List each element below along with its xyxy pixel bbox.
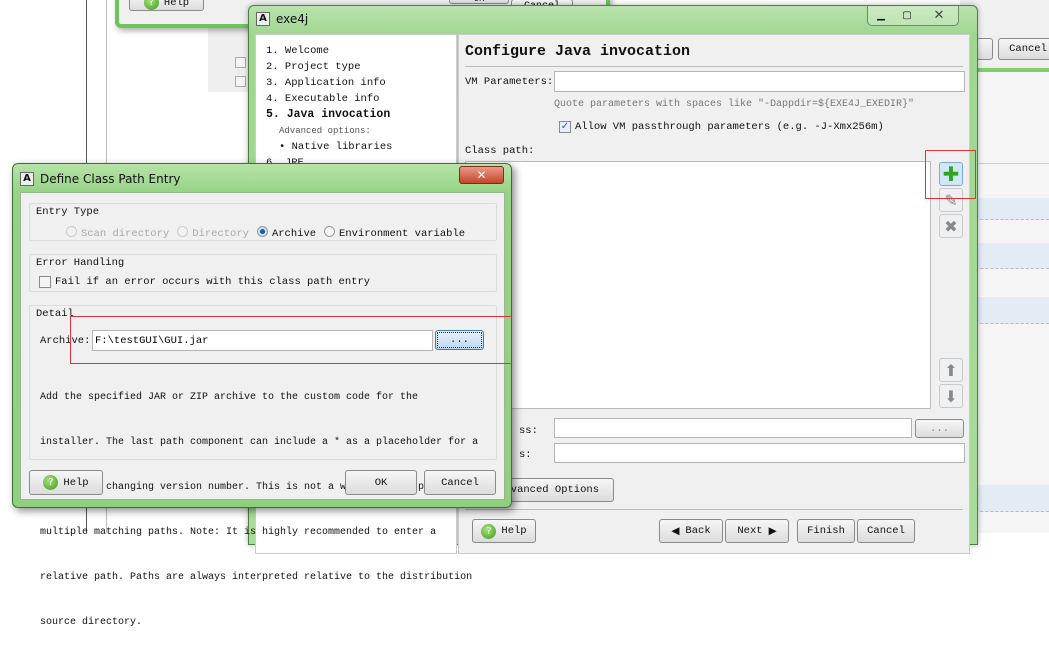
close-icon: ✕ xyxy=(476,168,487,182)
back-arrow-icon: ◀ xyxy=(671,525,680,538)
arguments-input[interactable] xyxy=(554,443,965,463)
description-line: source directory. xyxy=(40,617,143,628)
allow-passthrough-checkbox[interactable]: ✓ Allow VM passthrough parameters (e.g. … xyxy=(559,121,884,133)
cancel-button[interactable]: Cancel xyxy=(857,519,915,543)
help-button[interactable]: ? Help xyxy=(472,519,536,543)
window-controls: ▁ ▢ ✕ xyxy=(867,6,959,26)
background-checkbox xyxy=(235,76,246,87)
help-icon: ? xyxy=(481,523,497,539)
help-icon: ? xyxy=(43,475,59,490)
step-java-invocation[interactable]: 5. Java invocation xyxy=(266,107,446,123)
next-button[interactable]: Next ▶ xyxy=(725,519,789,543)
delete-icon: ✖ xyxy=(944,216,958,236)
title-divider xyxy=(465,66,963,67)
window-title: exe4j xyxy=(276,12,309,26)
dialog-title-bar: A Define Class Path Entry xyxy=(20,172,180,186)
cancel-label: Cancel xyxy=(1009,43,1047,55)
arguments-label: s: xyxy=(519,449,532,461)
finish-label: Finish xyxy=(807,525,845,537)
radio-scan-directory[interactable]: Scan directory xyxy=(66,226,169,240)
step-executable-info[interactable]: 4. Executable info xyxy=(266,91,446,107)
class-path-list[interactable] xyxy=(465,161,931,409)
main-class-browse-button[interactable]: ... xyxy=(915,419,964,438)
description-line: Add the specified JAR or ZIP archive to … xyxy=(40,392,419,403)
archive-description: Add the specified JAR or ZIP archive to … xyxy=(40,360,478,660)
next-arrow-icon: ▶ xyxy=(768,525,777,538)
ok-label: OK xyxy=(374,476,388,489)
entry-type-label: Entry Type xyxy=(36,206,100,218)
back-button[interactable]: ◀ Back xyxy=(659,519,723,543)
step-native-libraries[interactable]: • Native libraries xyxy=(266,139,446,155)
description-line: installer. The last path component can i… xyxy=(40,437,479,448)
entry-type-radios: Scan directory Directory Archive Environ… xyxy=(66,226,465,240)
step-project-type[interactable]: 2. Project type xyxy=(266,59,446,75)
page-title: Configure Java invocation xyxy=(465,43,691,60)
help-label: Help xyxy=(63,476,89,489)
arrow-up-icon: ⬆ xyxy=(944,360,958,380)
main-class-label: ss: xyxy=(519,425,538,437)
dialog-title: Define Class Path Entry xyxy=(40,172,181,186)
close-button[interactable]: ✕ xyxy=(920,6,958,25)
app-icon: A xyxy=(256,12,270,26)
content-panel: Configure Java invocation VM Parameters:… xyxy=(458,34,970,554)
highlight-box xyxy=(925,150,976,199)
radio-directory[interactable]: Directory xyxy=(177,226,249,240)
arrow-down-icon: ⬇ xyxy=(944,386,958,406)
highlight-box xyxy=(70,316,512,364)
advanced-options-label: Advanced options: xyxy=(279,126,371,136)
background-ok-button[interactable]: OK xyxy=(449,0,509,4)
next-label: Next xyxy=(737,525,763,537)
browse-label: ... xyxy=(930,422,949,435)
minimize-button[interactable]: ▁ xyxy=(868,6,894,25)
dialog-close-button[interactable]: ✕ xyxy=(459,166,504,184)
radio-environment-variable[interactable]: Environment variable xyxy=(324,226,465,240)
radio-archive[interactable]: Archive xyxy=(256,226,317,240)
dialog-help-button[interactable]: ? Help xyxy=(29,470,103,495)
step-application-info[interactable]: 3. Application info xyxy=(266,75,446,91)
vm-parameters-hint: Quote parameters with spaces like "-Dapp… xyxy=(554,99,915,110)
fail-on-error-label: Fail if an error occurs with this class … xyxy=(55,276,371,288)
description-line: relative path. Paths are always interpre… xyxy=(40,572,473,583)
background-help-button[interactable]: ? Help xyxy=(129,0,204,11)
help-label: Help xyxy=(501,525,527,537)
maximize-button[interactable]: ▢ xyxy=(894,6,920,25)
dialog-cancel-button[interactable]: Cancel xyxy=(424,470,496,495)
radio-label: Archive xyxy=(271,228,317,240)
help-icon: ? xyxy=(143,0,159,10)
move-down-button[interactable]: ⬇ xyxy=(939,384,963,408)
checkbox-checked-icon: ✓ xyxy=(559,121,571,133)
title-bar: A exe4j xyxy=(256,12,308,26)
detail-label: Detail xyxy=(36,308,74,320)
app-icon: A xyxy=(20,172,34,186)
radio-label: Directory xyxy=(192,228,249,240)
vm-parameters-input[interactable] xyxy=(554,71,965,92)
background-checkbox xyxy=(235,57,246,68)
vm-parameters-label: VM Parameters: xyxy=(465,76,554,88)
step-welcome[interactable]: 1. Welcome xyxy=(266,43,446,59)
cancel-label: Cancel xyxy=(867,525,905,537)
help-label: Help xyxy=(163,0,190,9)
dialog-ok-button[interactable]: OK xyxy=(345,470,417,495)
class-path-label: Class path: xyxy=(465,145,535,157)
advanced-options-label: vanced Options xyxy=(510,484,599,496)
finish-button[interactable]: Finish xyxy=(797,519,855,543)
move-up-button[interactable]: ⬆ xyxy=(939,358,963,382)
main-class-input[interactable] xyxy=(554,418,912,438)
allow-passthrough-label: Allow VM passthrough parameters (e.g. -J… xyxy=(575,121,884,133)
back-label: Back xyxy=(685,525,711,537)
radio-label: Scan directory xyxy=(81,228,170,240)
checkbox-unchecked-icon xyxy=(39,276,51,288)
radio-label: Environment variable xyxy=(339,228,466,240)
error-handling-label: Error Handling xyxy=(36,257,125,269)
background-right-cancel-button[interactable]: Cancel xyxy=(998,38,1049,60)
footer-divider xyxy=(465,509,963,510)
ok-label: OK xyxy=(474,0,485,3)
delete-button[interactable]: ✖ xyxy=(939,214,963,238)
cancel-label: Cancel xyxy=(441,476,479,489)
fail-on-error-checkbox[interactable]: Fail if an error occurs with this class … xyxy=(39,276,370,288)
